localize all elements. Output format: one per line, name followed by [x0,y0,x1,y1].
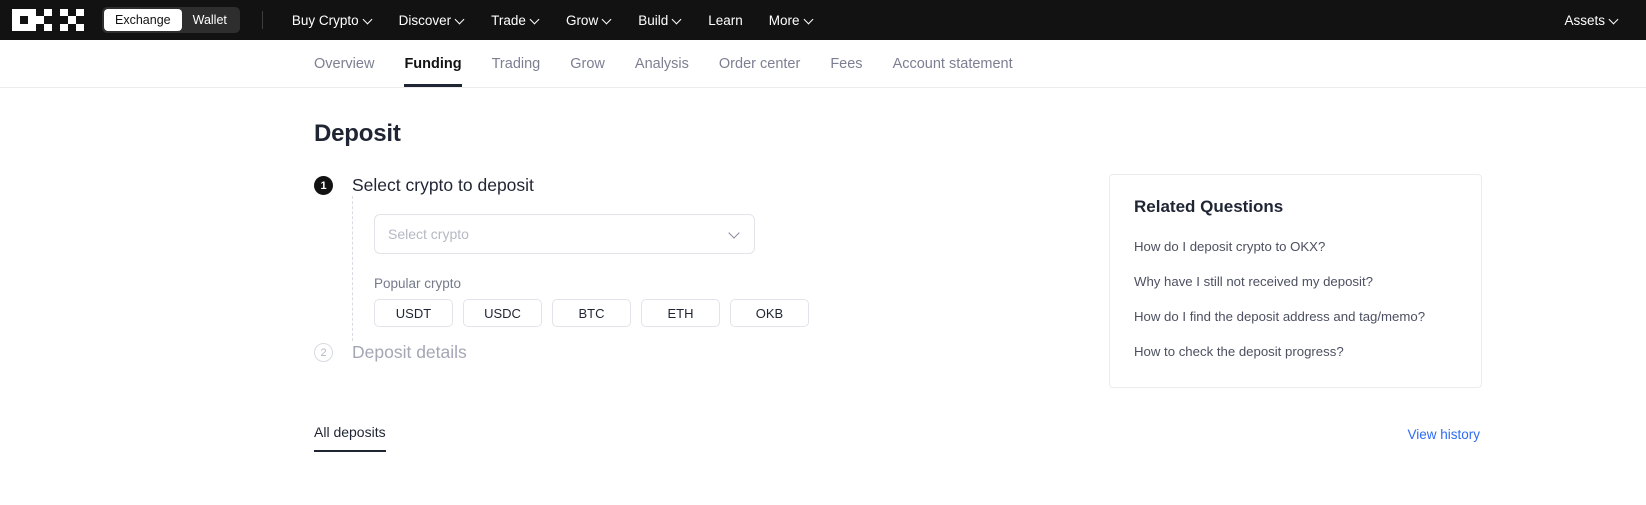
nav-label-grow: Grow [565,12,599,28]
nav-label-learn: Learn [708,12,743,28]
tab-fees[interactable]: Fees [830,40,862,87]
nav-item-learn[interactable]: Learn [695,0,756,40]
chevron-down-icon [603,15,612,24]
step-1-body: Select crypto Popular crypto USDT USDC B… [352,196,1109,341]
step-1-header: 1 Select crypto to deposit [314,174,1109,196]
step-2-title: Deposit details [352,342,467,362]
faq-link-check-progress[interactable]: How to check the deposit progress? [1134,343,1457,360]
nav-label-discover: Discover [398,12,452,28]
nav-right-group: Assets [1551,0,1632,40]
tab-account-statement[interactable]: Account statement [893,40,1013,87]
nav-item-trade[interactable]: Trade [478,0,553,40]
tab-trading[interactable]: Trading [492,40,541,87]
nav-item-discover[interactable]: Discover [386,0,479,40]
nav-label-assets: Assets [1564,12,1605,28]
step-2-header: 2 Deposit details [314,341,1109,363]
tab-overview[interactable]: Overview [314,40,374,87]
account-sub-navigation: Overview Funding Trading Grow Analysis O… [0,40,1646,88]
nav-item-more[interactable]: More [756,0,827,40]
popular-crypto-chips: USDT USDC BTC ETH OKB [374,299,1109,327]
chip-btc[interactable]: BTC [552,299,631,327]
related-questions-column: Related Questions How do I deposit crypt… [1109,174,1482,388]
tab-funding[interactable]: Funding [404,40,462,87]
top-navigation-bar: Exchange Wallet Buy Crypto Discover Trad… [0,0,1646,40]
tab-all-deposits[interactable]: All deposits [314,424,386,452]
step-1-title: Select crypto to deposit [352,175,534,195]
deposit-steps-column: 1 Select crypto to deposit Select crypto… [314,174,1109,363]
chevron-down-icon [805,15,814,24]
select-crypto-dropdown[interactable]: Select crypto [374,214,755,254]
chip-eth[interactable]: ETH [641,299,720,327]
related-questions-card: Related Questions How do I deposit crypt… [1109,174,1482,388]
select-crypto-placeholder: Select crypto [388,226,469,242]
faq-link-deposit-crypto[interactable]: How do I deposit crypto to OKX? [1134,238,1457,255]
chevron-down-icon [531,15,540,24]
step-2-badge: 2 [314,343,333,362]
chevron-down-icon [456,15,465,24]
deposit-history-row: All deposits View history [314,424,1646,452]
step-1-badge: 1 [314,176,333,195]
chevron-down-icon [364,15,373,24]
nav-divider [261,11,263,29]
tab-grow[interactable]: Grow [570,40,605,87]
tab-order-center[interactable]: Order center [719,40,800,87]
nav-item-assets[interactable]: Assets [1551,0,1632,40]
nav-label-buy-crypto: Buy Crypto [291,12,359,28]
nav-label-build: Build [638,12,669,28]
toggle-wallet[interactable]: Wallet [182,9,238,31]
chip-okb[interactable]: OKB [730,299,809,327]
exchange-wallet-toggle[interactable]: Exchange Wallet [102,7,240,33]
toggle-exchange[interactable]: Exchange [104,9,182,31]
related-questions-title: Related Questions [1134,197,1284,216]
nav-label-more: More [768,12,800,28]
nav-item-buy-crypto[interactable]: Buy Crypto [279,0,386,40]
deposit-page: Deposit 1 Select crypto to deposit Selec… [0,120,1646,452]
chevron-down-icon [1610,15,1619,24]
nav-label-trade: Trade [491,12,526,28]
primary-nav-items: Buy Crypto Discover Trade Grow Build Lea… [279,0,827,40]
view-history-link[interactable]: View history [1407,427,1480,452]
chip-usdt[interactable]: USDT [374,299,453,327]
chip-usdc[interactable]: USDC [463,299,542,327]
nav-item-build[interactable]: Build [625,0,695,40]
chevron-down-icon [729,228,741,240]
tab-analysis[interactable]: Analysis [635,40,689,87]
popular-crypto-label: Popular crypto [374,276,462,291]
page-title: Deposit [314,120,401,147]
okx-logo[interactable] [12,9,84,31]
nav-item-grow[interactable]: Grow [553,0,625,40]
chevron-down-icon [673,15,682,24]
faq-link-not-received[interactable]: Why have I still not received my deposit… [1134,273,1457,290]
faq-link-find-address[interactable]: How do I find the deposit address and ta… [1134,308,1457,325]
deposit-content-row: 1 Select crypto to deposit Select crypto… [314,174,1646,388]
